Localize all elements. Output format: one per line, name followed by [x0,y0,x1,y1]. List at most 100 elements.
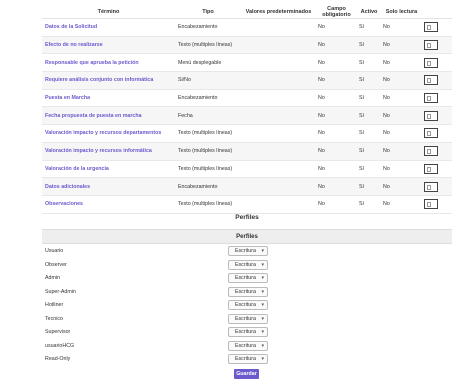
field-term-link[interactable]: Valoración impacto y recursos departamen… [42,124,175,143]
profile-row: Tecnico Escritura ▾ [42,313,452,327]
field-term-link[interactable]: Datos de la Solicitud [42,18,175,37]
edit-field-button[interactable] [424,93,438,104]
table-row: Valoración de la urgencia Texto (multipl… [42,160,452,179]
profile-permission-value: Escritura [235,288,256,295]
profile-row: Admin Escritura ▾ [42,272,452,286]
edit-field-button[interactable] [424,75,438,86]
profile-permission-value: Escritura [235,275,256,281]
field-type: Encabezamiento [175,89,241,108]
profile-permission-select[interactable]: Escritura ▾ [228,327,268,337]
chevron-down-icon: ▾ [261,275,264,281]
table-row: Responsable que aprueba la petición Menú… [42,53,452,73]
field-term-link[interactable]: Datos adicionales [42,177,175,196]
profile-permission-select[interactable]: Escritura ▾ [228,300,268,310]
profile-name: Read-Only [45,356,71,362]
fields-table: Término Tipo Valores predeterminados Cam… [42,6,452,214]
profile-permission-value: Escritura [235,315,256,322]
edit-field-button[interactable] [424,40,438,51]
fields-table-header: Término Tipo Valores predeterminados Cam… [42,6,452,19]
edit-field-button[interactable] [424,146,438,157]
field-term-link[interactable]: Puesta en Marcha [42,89,175,108]
field-readonly: No [381,36,422,55]
field-readonly: No [381,18,422,37]
field-defaults [241,36,316,55]
field-term-link[interactable]: Observaciones [42,195,175,214]
field-type: Menú desplegable [175,53,241,73]
field-term-link[interactable]: Valoración impacto y recursos informátic… [42,142,175,161]
save-button[interactable]: Guardar [234,369,259,379]
profile-row: Read-Only Escritura ▾ [42,353,452,367]
field-type: Encabezamiento [175,177,241,196]
field-readonly: No [381,53,422,73]
field-actions [422,71,452,90]
field-readonly: No [381,71,422,90]
field-type: Si/No [175,71,241,90]
edit-field-button[interactable] [424,57,438,68]
field-active: Sí [357,36,381,55]
profile-permission-value: Escritura [235,302,256,308]
field-active: Sí [357,106,381,126]
field-required: No [316,177,357,196]
field-term-link[interactable]: Efecto de no realizarse [42,36,175,55]
field-active: Sí [357,142,381,161]
field-actions [422,177,452,196]
edit-icon [427,113,431,119]
table-row: Valoración impacto y recursos departamen… [42,124,452,143]
chevron-down-icon: ▾ [261,329,264,335]
profile-row: Observer Escritura ▾ [42,259,452,273]
field-actions [422,18,452,37]
field-required: No [316,71,357,90]
table-row: Datos adicionales Encabezamiento No Sí N… [42,177,452,196]
edit-field-button[interactable] [424,128,438,139]
profile-permission-select[interactable]: Escritura ▾ [228,340,268,351]
field-term-link[interactable]: Fecha propuesta de puesta en marcha [42,106,175,126]
field-type: Texto (multiples líneas) [175,124,241,143]
profile-permission-select[interactable]: Escritura ▾ [228,313,268,324]
profile-permission-select[interactable]: Escritura ▾ [228,273,268,283]
field-defaults [241,160,316,179]
field-readonly: No [381,160,422,179]
edit-field-button[interactable] [424,110,438,121]
field-active: Sí [357,195,381,214]
table-row: Puesta en Marcha Encabezamiento No Sí No [42,89,452,108]
col-header-actions [422,6,452,19]
profile-permission-value: Escritura [235,329,256,335]
chevron-down-icon: ▾ [261,261,264,268]
col-header-defaults: Valores predeterminados [241,6,316,19]
table-row: Datos de la Solicitud Encabezamiento No … [42,18,452,37]
field-term-link[interactable]: Requiere análisis conjunto con informáti… [42,71,175,90]
field-term-link[interactable]: Valoración de la urgencia [42,160,175,179]
field-required: No [316,160,357,179]
edit-field-button[interactable] [424,199,438,210]
field-type: Encabezamiento [175,18,241,37]
field-type: Texto (multiples líneas) [175,195,241,214]
profile-row: Hotliner Escritura ▾ [42,299,452,313]
field-actions [422,160,452,179]
edit-field-button[interactable] [424,181,438,192]
field-active: Sí [357,89,381,108]
profile-permission-select[interactable]: Escritura ▾ [228,354,268,364]
field-active: Sí [357,71,381,90]
col-header-active: Activo [357,6,381,19]
edit-icon [427,131,431,137]
profiles-section-title: Perfiles [235,214,259,221]
profile-permission-select[interactable]: Escritura ▾ [228,259,268,270]
field-defaults [241,106,316,126]
edit-field-button[interactable] [424,163,438,174]
edit-icon [427,166,431,172]
field-defaults [241,124,316,143]
field-readonly: No [381,142,422,161]
field-actions [422,195,452,214]
field-defaults [241,195,316,214]
field-required: No [316,106,357,126]
profile-permission-select[interactable]: Escritura ▾ [228,286,268,297]
field-term-link[interactable]: Responsable que aprueba la petición [42,53,175,73]
profile-permission-value: Escritura [235,356,256,362]
profile-permission-select[interactable]: Escritura ▾ [228,246,268,256]
edit-field-button[interactable] [424,22,438,33]
field-readonly: No [381,195,422,214]
edit-icon [427,25,431,31]
table-row: Observaciones Texto (multiples líneas) N… [42,195,452,214]
field-active: Sí [357,160,381,179]
profile-name: Supervisor [45,329,71,335]
